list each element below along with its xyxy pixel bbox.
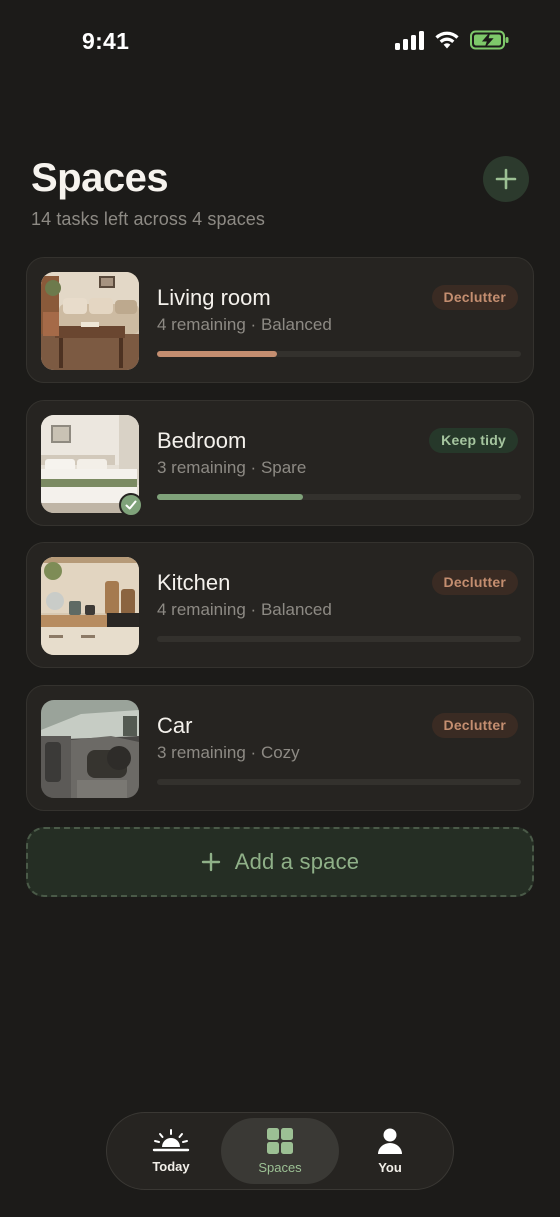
sunrise-icon — [152, 1129, 190, 1152]
space-card-bedroom[interactable]: Bedroom 3 remaining · Spare Keep tidy — [26, 399, 534, 526]
grid-icon — [267, 1128, 293, 1154]
wifi-icon — [435, 31, 459, 49]
add-space-fab-button[interactable] — [483, 156, 529, 202]
living-room-photo — [41, 272, 139, 370]
plus-icon — [201, 852, 220, 872]
meta-separator: · — [245, 315, 261, 334]
remaining-count: 3 remaining — [157, 457, 246, 477]
progress-bar — [157, 351, 521, 357]
meta-separator: · — [245, 600, 261, 619]
completed-check-icon — [119, 492, 143, 517]
meta-separator: · — [245, 457, 261, 477]
remaining-count: 4 remaining — [157, 315, 246, 334]
status-bar: 9:41 — [0, 0, 560, 84]
space-name: Living room — [157, 285, 271, 310]
meta-separator: · — [245, 742, 261, 762]
space-name: Car — [157, 712, 193, 738]
space-meta: 4 remaining · Balanced — [157, 600, 332, 620]
space-meta: 3 remaining · Spare — [157, 458, 306, 478]
tab-bar: Today Spaces You — [106, 1112, 454, 1190]
space-card-car[interactable]: Car 3 remaining · Cozy Declutter — [26, 684, 534, 811]
space-name: Kitchen — [157, 570, 231, 595]
tab-label: Today — [152, 1159, 190, 1174]
space-list: Living room 4 remaining · Balanced Declu… — [26, 257, 534, 827]
status-time: 9:41 — [82, 28, 130, 54]
tab-you[interactable]: You — [331, 1118, 449, 1184]
progress-bar — [157, 493, 521, 500]
progress-fill — [157, 351, 278, 357]
mode-badge: Declutter — [431, 285, 518, 310]
effort-level: Cozy — [260, 742, 300, 762]
plus-icon — [495, 168, 517, 190]
mode-badge: Declutter — [431, 570, 518, 595]
progress-fill — [157, 493, 303, 500]
add-space-button[interactable]: Add a space — [26, 827, 534, 897]
screen: 9:41 Spaces 14 tasks left across 4 space… — [0, 0, 560, 1217]
mode-badge: Declutter — [431, 712, 518, 738]
effort-level: Balanced — [260, 315, 332, 334]
add-space-label: Add a space — [234, 849, 360, 874]
tab-label: Spaces — [258, 1160, 302, 1175]
space-meta: 4 remaining · Balanced — [157, 315, 332, 335]
space-card-living-room[interactable]: Living room 4 remaining · Balanced Declu… — [26, 257, 534, 383]
tab-label: You — [378, 1160, 402, 1175]
car-photo — [41, 699, 139, 798]
tab-spaces[interactable]: Spaces — [221, 1118, 339, 1184]
page-title: Spaces — [31, 156, 169, 200]
space-name: Bedroom — [157, 427, 247, 453]
space-meta: 3 remaining · Cozy — [157, 743, 300, 763]
kitchen-photo — [41, 557, 139, 655]
effort-level: Spare — [260, 457, 307, 477]
person-icon — [378, 1128, 402, 1154]
battery-charging-icon — [470, 30, 509, 50]
remaining-count: 3 remaining — [157, 742, 246, 762]
progress-bar — [157, 636, 521, 642]
tab-today[interactable]: Today — [112, 1118, 230, 1184]
effort-level: Balanced — [260, 600, 332, 619]
space-card-kitchen[interactable]: Kitchen 4 remaining · Balanced Declutter — [26, 542, 534, 668]
status-icons — [395, 30, 510, 50]
page-subtitle: 14 tasks left across 4 spaces — [31, 209, 266, 229]
cellular-signal-icon — [395, 30, 424, 50]
progress-bar — [157, 778, 521, 785]
mode-badge: Keep tidy — [429, 427, 518, 453]
remaining-count: 4 remaining — [157, 600, 246, 619]
